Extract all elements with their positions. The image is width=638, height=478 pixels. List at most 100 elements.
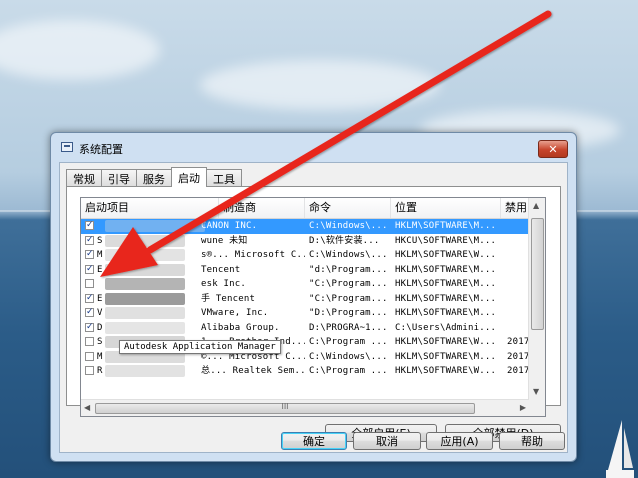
redacted-region: [105, 278, 185, 290]
table-row[interactable]: R 总... Realtek Sem... C:\Program ... HKLM\S…: [81, 364, 529, 379]
ok-button[interactable]: 确定: [281, 432, 347, 450]
table-row[interactable]: ✓ E Tencent "d:\Program... HKLM\SOFTWARE\M..…: [81, 263, 529, 278]
manufacturer-cell: s®... Microsoft C...: [201, 250, 305, 260]
redacted-region: [105, 365, 185, 377]
column-header-command[interactable]: 命令: [305, 198, 391, 218]
location-cell: HKLM\SOFTWARE\M...: [395, 279, 497, 289]
table-row[interactable]: esk Inc. "C:\Program... HKLM\SOFTWARE\M...: [81, 277, 529, 292]
redacted-region: [105, 292, 185, 305]
tab-startup[interactable]: 启动: [171, 167, 207, 187]
startup-checkbox[interactable]: ✓: [85, 293, 94, 303]
window-title: 系统配置: [79, 143, 123, 156]
command-cell: C:\Windows\...: [309, 351, 388, 362]
startup-item-name: S: [97, 235, 103, 246]
tab-strip: 常规 引导 服务 启动 工具: [66, 167, 242, 187]
startup-item-name-cell: E: [97, 292, 217, 307]
tab-services[interactable]: 服务: [136, 169, 172, 187]
disable-date-cell: [507, 263, 529, 278]
disable-date-cell: [507, 306, 529, 321]
startup-panel: 启动项目 制造商 命令 位置 禁用日期 ✓ CANON INC. C:\Window…: [66, 186, 561, 442]
startup-checkbox[interactable]: ✓: [85, 264, 94, 274]
scroll-left-icon[interactable]: ◀: [84, 403, 90, 412]
sailboat-icon: [606, 420, 634, 478]
command-cell: "C:\Program...: [309, 293, 388, 304]
startup-checkbox[interactable]: [85, 366, 94, 375]
location-cell: HKLM\SOFTWARE\W...: [395, 250, 497, 260]
startup-checkbox[interactable]: ✓: [85, 322, 94, 332]
table-row[interactable]: ✓ CANON INC. C:\Windows\... HKLM\SOFTWARE\M…: [81, 219, 529, 234]
manufacturer-cell: 总... Realtek Sem...: [201, 366, 305, 376]
startup-checkbox[interactable]: [85, 337, 94, 346]
command-cell: C:\Windows\...: [309, 221, 388, 231]
startup-item-name: E: [97, 264, 103, 275]
startup-checkbox[interactable]: ✓: [85, 221, 94, 230]
tab-general[interactable]: 常规: [66, 169, 102, 187]
scroll-right-icon[interactable]: ▶: [520, 403, 526, 412]
startup-item-name: V: [97, 308, 103, 318]
column-header-manufacturer[interactable]: 制造商: [219, 198, 305, 218]
redacted-region: [105, 220, 205, 232]
column-header-startup-item[interactable]: 启动项目: [81, 198, 219, 218]
manufacturer-cell: esk Inc.: [201, 279, 246, 289]
window-body: 常规 引导 服务 启动 工具 启动项目 制造商 命令 位置 禁用日期 ✓ CANO…: [59, 162, 568, 453]
command-cell: "d:\Program...: [309, 264, 388, 275]
location-cell: HKLM\SOFTWARE\W...: [395, 366, 497, 376]
location-cell: HKLM\SOFTWARE\W...: [395, 337, 497, 347]
tab-tools[interactable]: 工具: [206, 169, 242, 187]
title-bar[interactable]: 系统配置 ✕: [51, 133, 576, 161]
startup-checkbox[interactable]: ✓: [85, 308, 94, 317]
command-cell: C:\Program ...: [309, 366, 388, 376]
command-cell: C:\Windows\...: [309, 250, 388, 260]
location-cell: HKLM\SOFTWARE\M...: [395, 221, 497, 231]
startup-checkbox[interactable]: [85, 279, 94, 288]
startup-item-name-cell: [97, 219, 217, 234]
manufacturer-cell: Tencent: [201, 264, 241, 275]
scroll-up-icon[interactable]: ▲: [533, 201, 539, 210]
column-header-location[interactable]: 位置: [391, 198, 501, 218]
table-row[interactable]: ✓ Ms®... Microsoft C... C:\Windows\... HKLM…: [81, 248, 529, 263]
cloud: [200, 60, 440, 110]
startup-checkbox[interactable]: ✓: [85, 235, 94, 245]
disable-date-cell: [507, 219, 529, 234]
disable-date-cell: 2017/: [507, 351, 529, 362]
apply-button[interactable]: 应用(A): [426, 432, 493, 450]
startup-item-name: R: [97, 366, 103, 376]
startup-item-name-cell: E: [97, 263, 217, 278]
table-row[interactable]: ✓ D Alibaba Group. D:\PROGRA~1... C:\Users\A…: [81, 321, 529, 336]
manufacturer-cell: CANON INC.: [201, 221, 258, 231]
startup-checkbox[interactable]: ✓: [85, 250, 94, 259]
location-cell: C:\Users\Admini...: [395, 322, 497, 333]
command-cell: D:\软件安装...: [309, 235, 380, 246]
horizontal-scrollbar[interactable]: ◀ III ▶: [81, 399, 529, 416]
table-row[interactable]: ✓ E 手 Tencent "C:\Program... HKLM\SOFTWARE\M…: [81, 292, 529, 307]
table-row[interactable]: ✓ V VMware, Inc. "D:\Program... HKLM\SOFTWAR…: [81, 306, 529, 321]
scroll-down-icon[interactable]: ▼: [533, 387, 539, 396]
location-cell: HKLM\SOFTWARE\M...: [395, 351, 497, 362]
startup-checkbox[interactable]: [85, 351, 94, 361]
command-cell: "D:\Program...: [309, 308, 388, 318]
vertical-scrollbar[interactable]: ▲ ▼: [528, 198, 545, 416]
location-cell: HKLM\SOFTWARE\M...: [395, 308, 497, 318]
vertical-scroll-thumb[interactable]: [531, 218, 544, 330]
cancel-button[interactable]: 取消: [353, 432, 421, 450]
close-button[interactable]: ✕: [538, 140, 568, 158]
location-cell: HKCU\SOFTWARE\M...: [395, 235, 497, 246]
command-cell: "C:\Program...: [309, 279, 388, 289]
manufacturer-cell: 手 Tencent: [201, 293, 256, 304]
table-row[interactable]: ✓ Swune 未知 D:\软件安装... HKCU\SOFTWARE\M...: [81, 234, 529, 249]
disable-date-cell: [507, 277, 529, 292]
redacted-region: [105, 321, 185, 334]
startup-item-name: M: [97, 351, 103, 362]
location-cell: HKLM\SOFTWARE\M...: [395, 264, 497, 275]
system-config-window: 系统配置 ✕ 常规 引导 服务 启动 工具 启动项目 制造商 命令 位置 禁用日…: [50, 132, 577, 462]
column-header-disable-date[interactable]: 禁用日期: [501, 198, 531, 218]
horizontal-scroll-thumb[interactable]: III: [95, 402, 475, 414]
command-cell: D:\PROGRA~1...: [309, 322, 388, 333]
app-icon: [61, 142, 73, 152]
startup-item-name-cell: R: [97, 364, 217, 379]
manufacturer-cell: wune 未知: [201, 235, 248, 246]
startup-item-name: M: [97, 250, 103, 260]
tab-boot[interactable]: 引导: [101, 169, 137, 187]
startup-item-name: E: [97, 293, 103, 304]
help-button[interactable]: 帮助: [499, 432, 565, 450]
